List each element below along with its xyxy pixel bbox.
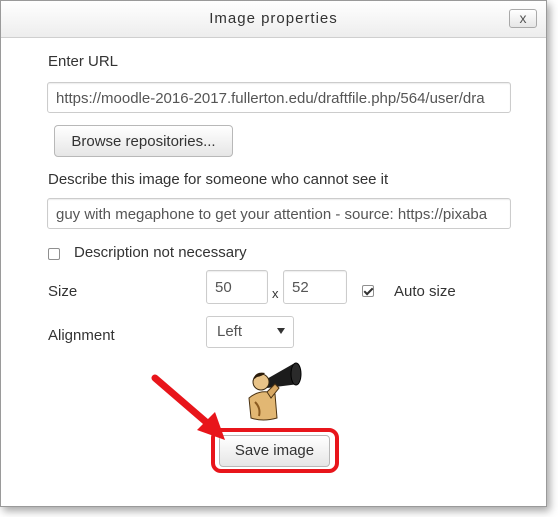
megaphone-man-image [248,362,302,421]
size-separator: x [272,286,279,301]
annotation-arrow-icon [151,374,225,440]
description-input[interactable]: guy with megaphone to get your attention… [47,198,511,229]
url-input[interactable]: https://moodle-2016-2017.fullerton.edu/d… [47,82,511,113]
description-label: Describe this image for someone who cann… [48,171,389,188]
width-input[interactable]: 50 [206,270,268,304]
browse-repositories-button[interactable]: Browse repositories... [54,125,233,157]
description-not-necessary-label: Description not necessary [74,244,247,261]
arrow-shaft [151,374,217,432]
megaphone-bell [290,362,302,386]
url-label: Enter URL [48,53,119,70]
close-button[interactable]: x [509,9,537,28]
alignment-selected-value: Left [217,323,243,340]
height-input[interactable]: 52 [283,270,347,304]
size-label: Size [48,283,78,300]
alignment-select[interactable]: Left [206,316,294,348]
chevron-down-icon [277,328,285,334]
dialog-titlebar[interactable]: Image properties x [1,1,546,38]
description-not-necessary-checkbox[interactable] [48,248,60,260]
auto-size-label: Auto size [394,283,456,300]
alignment-label: Alignment [48,327,115,344]
dialog-title: Image properties [209,10,338,27]
auto-size-checkbox[interactable] [362,285,374,297]
close-icon: x [519,10,527,26]
